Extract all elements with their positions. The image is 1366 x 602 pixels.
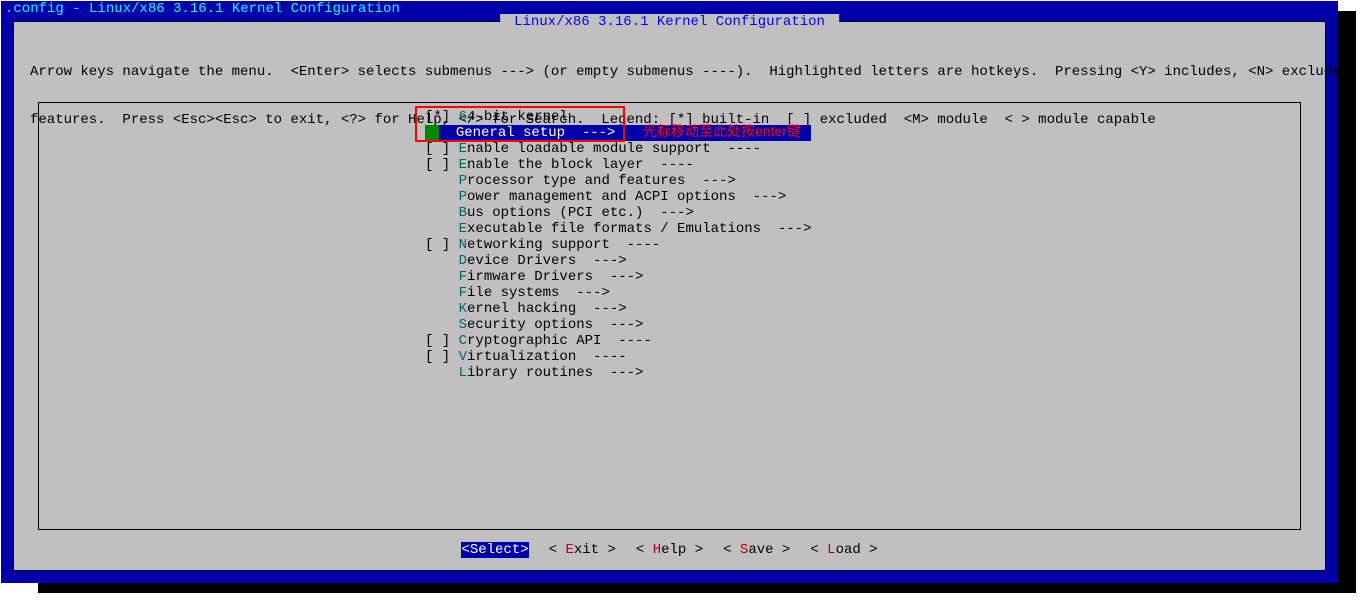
help-line-1: Arrow keys navigate the menu. <Enter> se…	[30, 64, 1309, 80]
menu-item-label: [ ] Enable the block layer ----	[425, 157, 694, 173]
menu-item-label: Firmware Drivers --->	[425, 269, 643, 285]
menu-item-label: Processor type and features --->	[425, 173, 736, 189]
menu-item[interactable]: Power management and ACPI options --->	[425, 189, 811, 205]
menu-item-label: Device Drivers --->	[425, 253, 627, 269]
dialog-panel: Linux/x86 3.16.1 Kernel Configuration Ar…	[13, 21, 1326, 571]
menu-item[interactable]: [ ] Enable the block layer ----	[425, 157, 811, 173]
menu-item-label: General setup --->	[439, 125, 615, 141]
menu-item[interactable]: Firmware Drivers --->	[425, 269, 811, 285]
menu-item-label: [ ] Networking support ----	[425, 237, 660, 253]
menu-item-label: File systems --->	[425, 285, 610, 301]
dialog-button[interactable]: < Save >	[723, 542, 790, 558]
menu-item-label: [ ] Virtualization ----	[425, 349, 627, 365]
menu-item[interactable]: Kernel hacking --->	[425, 301, 811, 317]
menu-list[interactable]: [*] 64-bit kernel General setup --->[ ] …	[425, 109, 811, 381]
menu-item[interactable]: [ ] Enable loadable module support ----	[425, 141, 811, 157]
menu-item-label: Kernel hacking --->	[425, 301, 627, 317]
window-frame: .config - Linux/x86 3.16.1 Kernel Config…	[1, 1, 1338, 583]
menu-item-label: Security options --->	[425, 317, 643, 333]
menu-list-frame: [*] 64-bit kernel General setup --->[ ] …	[38, 102, 1301, 530]
button-bar: <Select> < Exit > < Help > < Save > < Load >	[14, 542, 1325, 558]
menu-item[interactable]: [ ] Networking support ----	[425, 237, 811, 253]
menu-item[interactable]: File systems --->	[425, 285, 811, 301]
menu-item-label: Library routines --->	[425, 365, 643, 381]
menu-item-label: [ ] Cryptographic API ----	[425, 333, 652, 349]
menu-item[interactable]: Processor type and features --->	[425, 173, 811, 189]
menu-item-label: [ ] Enable loadable module support ----	[425, 141, 761, 157]
selection-marker	[425, 125, 439, 141]
dialog-button[interactable]: < Exit >	[549, 542, 616, 558]
menu-item-label: Executable file formats / Emulations ---…	[425, 221, 811, 237]
menu-item[interactable]: Executable file formats / Emulations ---…	[425, 221, 811, 237]
menu-item[interactable]: Library routines --->	[425, 365, 811, 381]
menu-item-label: [*] 64-bit kernel	[425, 109, 568, 125]
menu-item[interactable]: [ ] Cryptographic API ----	[425, 333, 811, 349]
dialog-button[interactable]: < Load >	[810, 542, 877, 558]
menu-item-label: Bus options (PCI etc.) --->	[425, 205, 694, 221]
menu-item-label: Power management and ACPI options --->	[425, 189, 786, 205]
dialog-button[interactable]: <Select>	[461, 542, 528, 558]
dialog-button[interactable]: < Help >	[636, 542, 703, 558]
menu-item[interactable]: Bus options (PCI etc.) --->	[425, 205, 811, 221]
menu-item[interactable]: [ ] Virtualization ----	[425, 349, 811, 365]
menu-item[interactable]: Security options --->	[425, 317, 811, 333]
dialog-title: Linux/x86 3.16.1 Kernel Configuration	[500, 14, 840, 30]
menu-item[interactable]: Device Drivers --->	[425, 253, 811, 269]
annotation-label: 光标移动至此处按enter键	[643, 123, 801, 139]
